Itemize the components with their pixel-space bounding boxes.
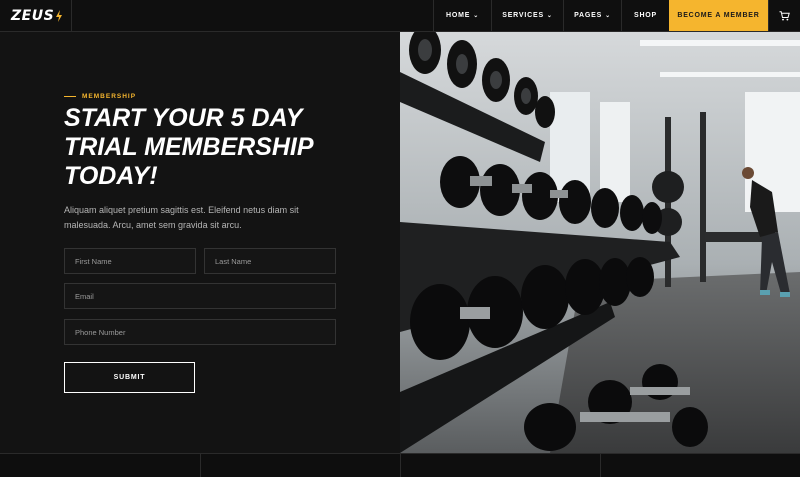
logo-text: ZEUS <box>11 7 55 24</box>
last-name-field[interactable]: Last Name <box>204 248 336 274</box>
gym-photo-svg <box>400 32 800 453</box>
gym-dumbbell-rack-image <box>400 32 800 453</box>
chevron-down-icon: ⌄ <box>605 13 611 19</box>
nav-item-pages[interactable]: PAGES ⌄ <box>563 0 621 31</box>
page-title: START YOUR 5 DAY TRIAL MEMBERSHIP TODAY! <box>64 104 313 190</box>
become-member-button[interactable]: BECOME A MEMBER <box>669 0 768 31</box>
footer-divider <box>200 454 201 477</box>
nav-label: HOME <box>445 12 471 19</box>
eyebrow-line <box>64 96 76 97</box>
footer-divider <box>400 454 401 477</box>
nav-label: SHOP <box>633 12 658 19</box>
cart-icon <box>779 10 790 20</box>
bolt-icon <box>56 9 63 22</box>
email-field[interactable]: Email <box>64 283 336 309</box>
eyebrow: MEMBERSHIP <box>64 93 136 100</box>
nav-item-services[interactable]: SERVICES ⌄ <box>491 0 563 31</box>
hero-description: Aliquam aliquet pretium sagittis est. El… <box>64 205 299 230</box>
cta-label: BECOME A MEMBER <box>677 12 760 19</box>
phone-field[interactable]: Phone Number <box>64 319 336 345</box>
main-nav: HOME ⌄ SERVICES ⌄ PAGES ⌄ SHOP BECOME A … <box>433 0 800 31</box>
nav-label: PAGES <box>574 12 603 19</box>
chevron-down-icon: ⌄ <box>546 13 553 19</box>
footer-strip <box>0 453 800 477</box>
logo[interactable]: ZEUS <box>11 8 63 24</box>
nav-label: SERVICES <box>502 12 544 19</box>
site-header: ZEUS HOME ⌄ SERVICES ⌄ PAGES ⌄ SHOP BECO… <box>0 0 800 32</box>
nav-item-shop[interactable]: SHOP <box>621 0 669 31</box>
submit-button[interactable]: SUBMIT <box>64 362 195 393</box>
eyebrow-label: MEMBERSHIP <box>82 93 137 100</box>
nav-item-home[interactable]: HOME ⌄ <box>433 0 491 31</box>
first-name-field[interactable]: First Name <box>64 248 196 274</box>
footer-divider <box>600 454 601 477</box>
chevron-down-icon: ⌄ <box>473 13 480 19</box>
cart-button[interactable] <box>768 0 800 31</box>
logo-cell[interactable]: ZEUS <box>0 0 72 31</box>
page: ZEUS HOME ⌄ SERVICES ⌄ PAGES ⌄ SHOP BECO… <box>0 0 800 477</box>
